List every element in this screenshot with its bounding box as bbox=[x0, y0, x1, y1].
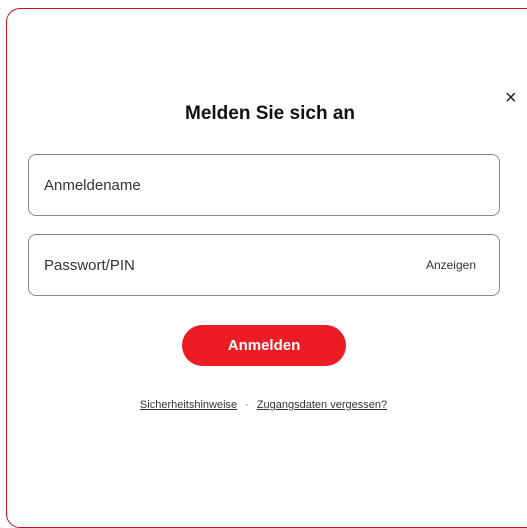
password-input[interactable] bbox=[44, 235, 404, 295]
password-field[interactable]: Anzeigen bbox=[28, 234, 500, 296]
username-input[interactable] bbox=[44, 155, 404, 215]
login-button[interactable]: Anmelden bbox=[182, 325, 346, 366]
footer-links: Sicherheitshinweise · Zugangsdaten vergess… bbox=[0, 399, 527, 411]
forgot-credentials-link[interactable]: Zugangsdaten vergessen? bbox=[257, 399, 387, 411]
dialog-title: Melden Sie sich an bbox=[185, 103, 355, 124]
username-field[interactable] bbox=[28, 154, 500, 216]
link-separator: · bbox=[245, 399, 249, 411]
show-password-button[interactable]: Anzeigen bbox=[426, 235, 476, 295]
security-notes-link[interactable]: Sicherheitshinweise bbox=[140, 399, 237, 411]
